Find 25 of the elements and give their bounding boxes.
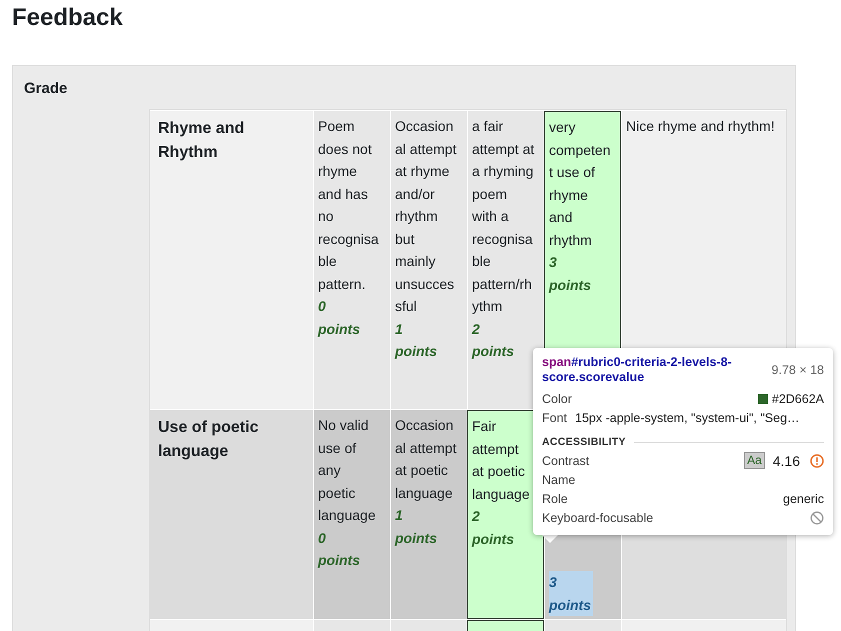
- criterion-title: Rhyme and Rhythm: [158, 120, 244, 161]
- level-cell[interactable]: No valid use of any poetic language 0 points: [313, 410, 390, 619]
- panel-title: Grade: [24, 80, 68, 97]
- property-value: 15px -apple-system, "system-ui", "Seg…: [575, 410, 800, 424]
- criterion-title: Use of poetic language: [158, 419, 258, 460]
- property-label: Color: [542, 392, 572, 406]
- level-cell[interactable]: a fair attempt at a rhyming poem with a recognisable pattern/rhythm 2 points: [467, 111, 544, 409]
- property-value: generic: [783, 492, 824, 506]
- not-allowed-icon: [810, 510, 824, 524]
- page-heading: Feedback: [11, 3, 124, 32]
- level-cell[interactable]: Occasional attempt at poetic language 1 points: [390, 410, 467, 619]
- section-heading: ACCESSIBILITY: [542, 436, 626, 448]
- warning-icon: [810, 454, 824, 468]
- level-cell[interactable]: Poem does not rhyme and has no recognisable pattern. 0 points: [313, 111, 390, 409]
- remark-text: Nice rhyme and rhythm!: [626, 118, 775, 134]
- level-cell[interactable]: Occasional attempt at rhyme and/or rhythm but mainly unsuccessful 1 points: [390, 111, 467, 409]
- property-value: #2D662A: [772, 392, 824, 406]
- property-label: Contrast: [542, 454, 590, 468]
- property-label: Font: [542, 410, 568, 424]
- element-size: 9.78 × 18: [772, 363, 824, 377]
- property-label: Keyboard-focusable: [542, 510, 654, 524]
- property-value: 4.16: [772, 452, 800, 468]
- contrast-sample: Aa: [744, 452, 765, 469]
- property-label: Name: [542, 472, 576, 486]
- property-label: Role: [542, 492, 568, 506]
